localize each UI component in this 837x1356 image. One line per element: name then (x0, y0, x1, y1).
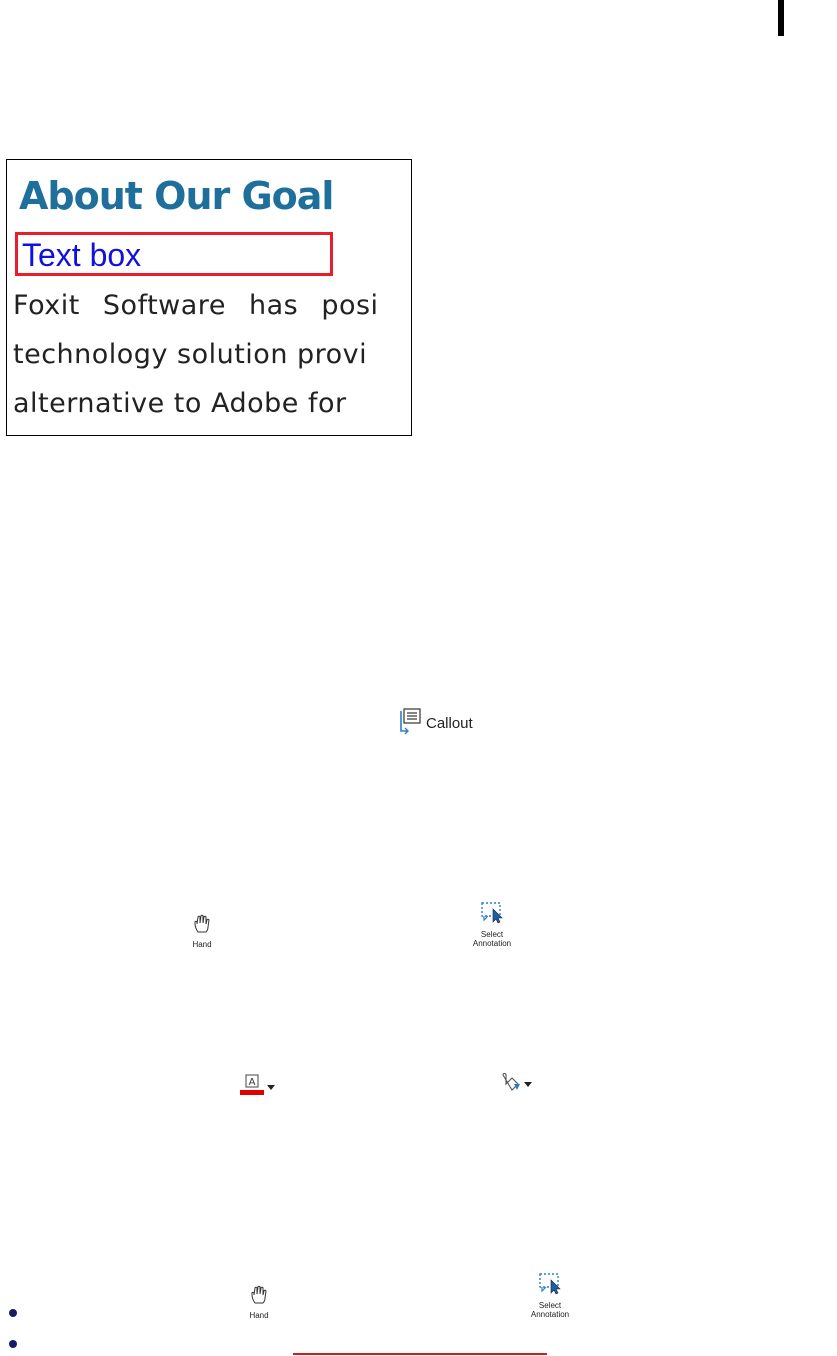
fill-color-dropdown[interactable] (500, 1072, 532, 1096)
select-label-line: Select (480, 930, 504, 939)
paint-bucket-icon (500, 1072, 522, 1096)
annotation-label-line: Annotation (472, 939, 512, 948)
annotation-label-line: Annotation (530, 1310, 570, 1319)
sample-body-line: Foxit Software has posi (13, 290, 379, 321)
text-color-dropdown[interactable]: A (240, 1074, 275, 1100)
select-annotation-icon (479, 900, 505, 928)
top-vertical-rule (778, 0, 784, 36)
chevron-down-icon (524, 1081, 532, 1087)
hand-icon (192, 914, 212, 938)
textbox-label: Text box (22, 237, 142, 273)
list-bullet (9, 1309, 17, 1317)
hand-label: Hand (249, 1311, 269, 1320)
chevron-down-icon (267, 1084, 275, 1090)
callout-icon (398, 707, 422, 739)
select-annotation-button[interactable]: Select Annotation (524, 1271, 576, 1319)
callout-button[interactable]: Callout (398, 707, 473, 739)
select-annotation-icon (537, 1271, 563, 1299)
hand-icon (249, 1285, 269, 1309)
callout-label: Callout (426, 714, 473, 732)
svg-text:A: A (249, 1077, 256, 1088)
sample-body-line: alternative to Adobe for (13, 388, 347, 419)
hand-tool-button[interactable]: Hand (242, 1285, 276, 1320)
select-label-line: Select (538, 1301, 562, 1310)
select-annotation-button[interactable]: Select Annotation (466, 900, 518, 948)
select-annotation-label: Select Annotation (531, 1301, 569, 1319)
sample-title: About Our Goal (19, 174, 334, 218)
sample-document-image: About Our Goal Text box Foxit Software h… (6, 159, 412, 436)
sample-body-line: technology solution provi (13, 339, 368, 370)
list-bullet (9, 1340, 17, 1348)
red-underline (293, 1353, 547, 1355)
hand-label: Hand (192, 940, 212, 949)
hand-tool-button[interactable]: Hand (185, 914, 219, 949)
text-color-icon: A (240, 1074, 264, 1100)
select-annotation-label: Select Annotation (473, 930, 511, 948)
